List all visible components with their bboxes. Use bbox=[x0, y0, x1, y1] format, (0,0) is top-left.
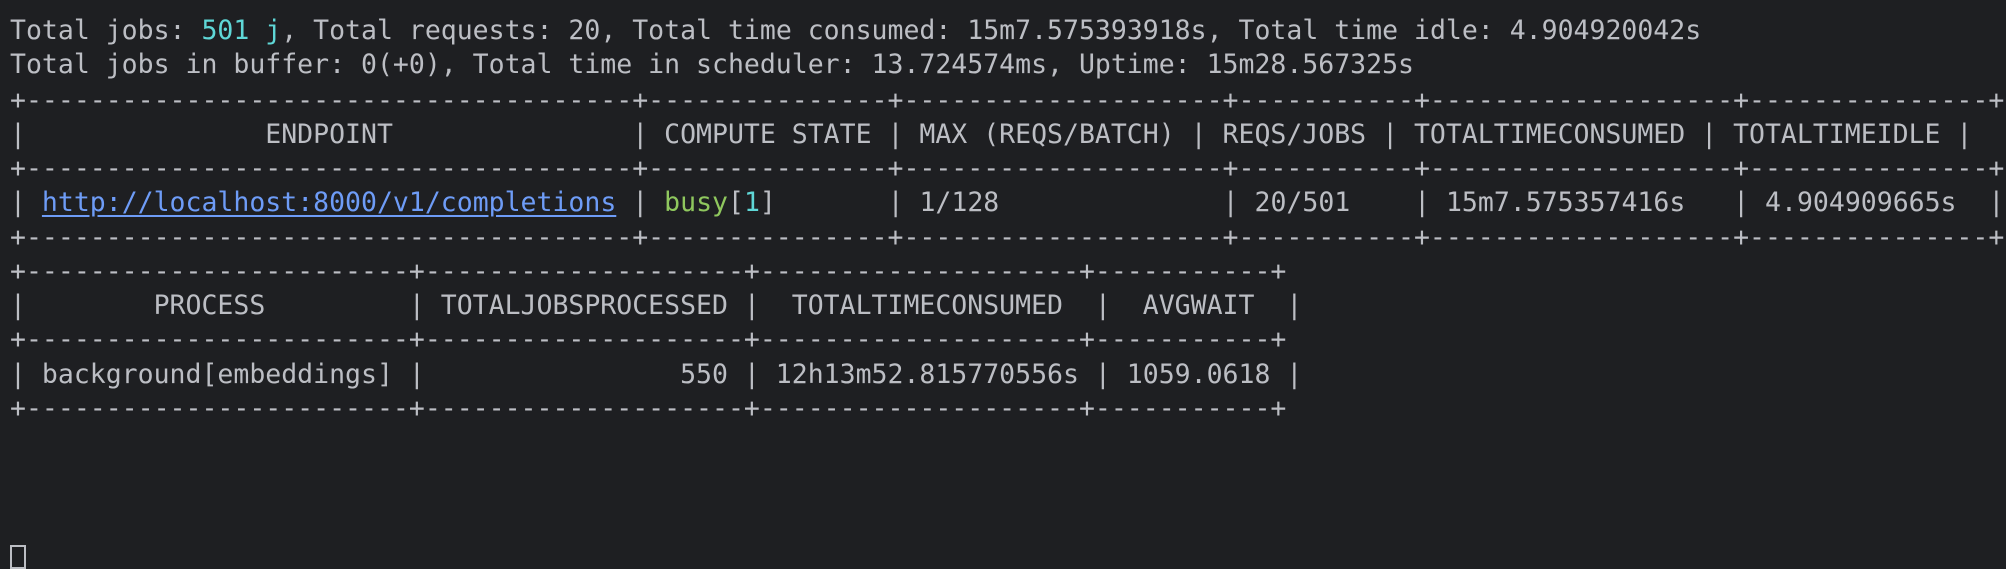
summary-line-1-prefix: Total jobs: bbox=[10, 15, 202, 46]
row-lead: | bbox=[10, 187, 42, 218]
endpoint-row-rest: | 1/128 | 20/501 | 15m7.575357416s | 4.9… bbox=[775, 187, 2005, 218]
terminal-window[interactable]: Total jobs: 501 j, Total requests: 20, T… bbox=[10, 0, 2004, 562]
state-bracket-open: [ bbox=[727, 187, 744, 218]
row-separator: | bbox=[616, 187, 665, 218]
total-jobs-value: 501 j bbox=[201, 15, 282, 46]
process-table-bottom-border: +------------------------+--------------… bbox=[10, 393, 1287, 424]
summary-line-1-suffix: , Total requests: 20, Total time consume… bbox=[281, 15, 1702, 46]
compute-state-count: 1 bbox=[743, 187, 760, 218]
terminal-cursor bbox=[10, 545, 26, 569]
endpoint-url-link[interactable]: http://localhost:8000/v1/completions bbox=[42, 187, 616, 218]
compute-state-value: busy bbox=[664, 187, 728, 218]
state-bracket-close: ] bbox=[759, 187, 776, 218]
